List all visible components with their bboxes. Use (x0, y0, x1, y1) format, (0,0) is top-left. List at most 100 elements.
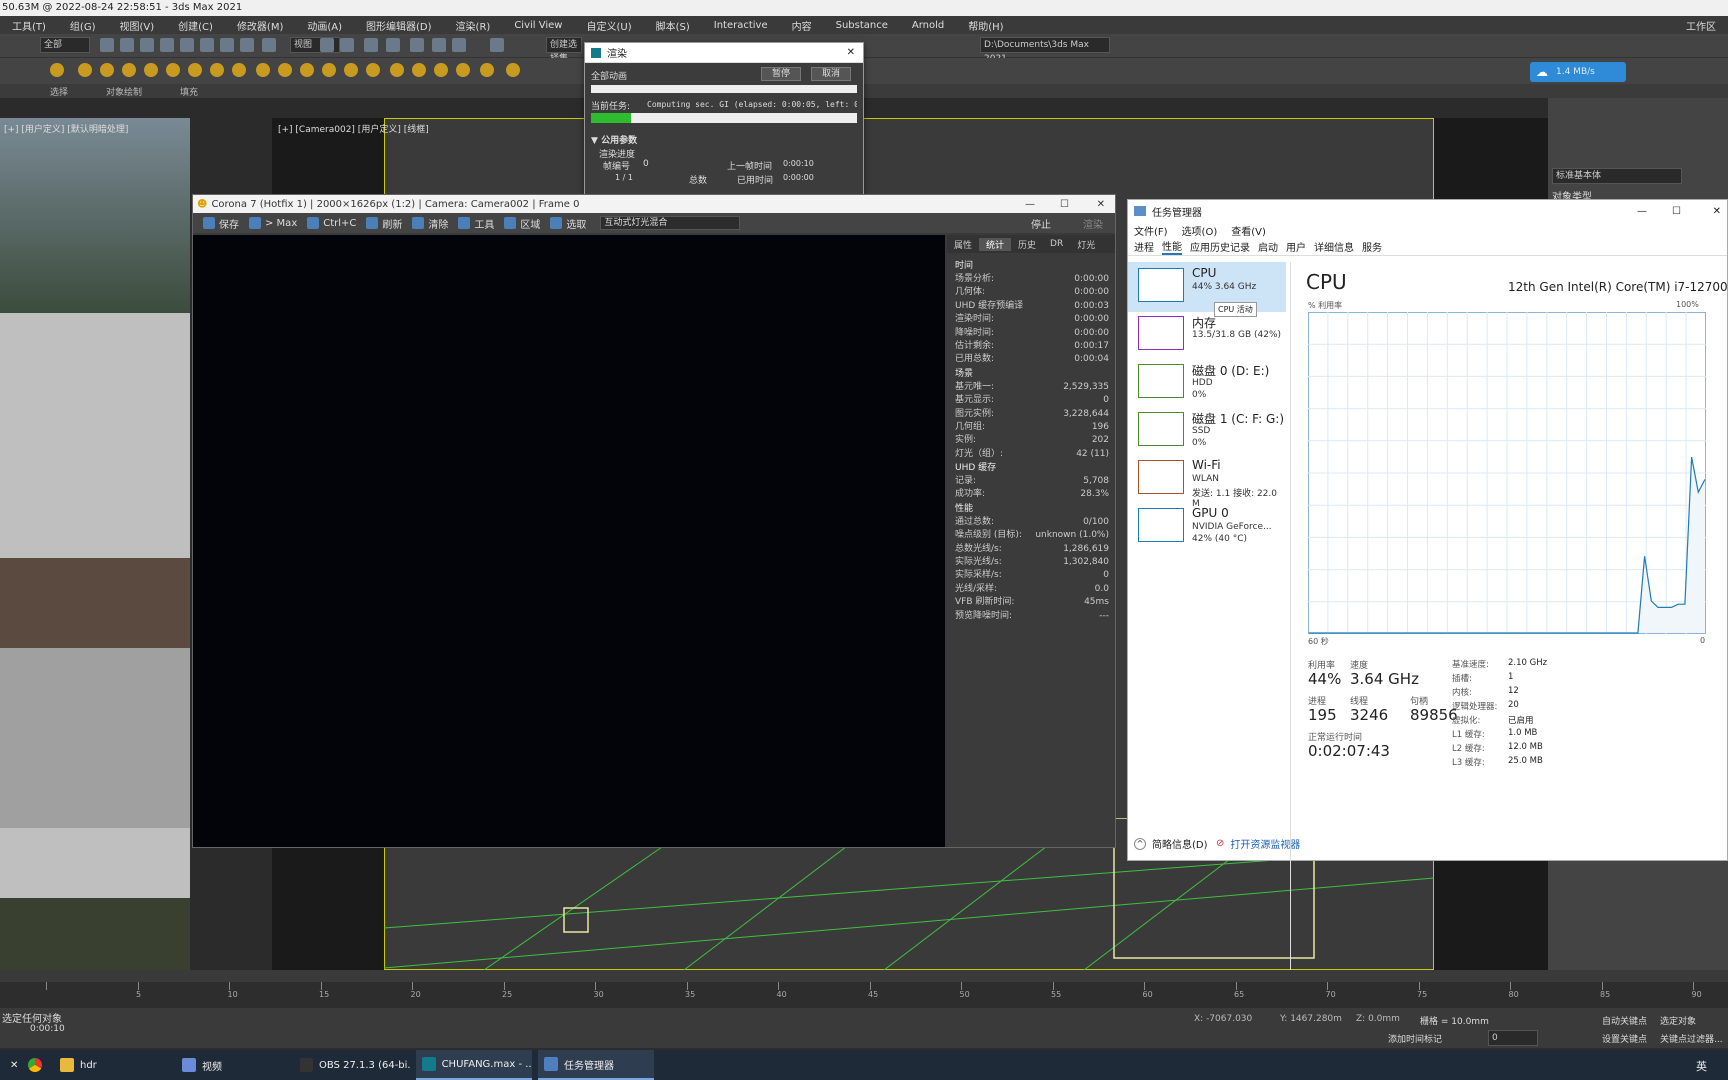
menu-item[interactable]: 视图(V) (107, 18, 166, 33)
taskbar-app-3[interactable]: CHUFANG.max - ... (416, 1050, 532, 1080)
vfb-toolbar-button[interactable]: 保存 (203, 216, 239, 231)
toolbar-tool-icon[interactable] (386, 38, 400, 52)
toolbar-tool-icon[interactable] (344, 63, 358, 77)
add-time-tag[interactable]: 添加时间标记 (1388, 1032, 1442, 1045)
toolbar-tool-icon[interactable] (122, 63, 136, 77)
ime-indicator[interactable]: 英 (1696, 1058, 1707, 1074)
menu-item[interactable]: 图形编辑器(D) (354, 18, 444, 33)
toolbar-tool-icon[interactable] (366, 63, 380, 77)
toolbar-tool-icon[interactable] (100, 63, 114, 77)
menu-item[interactable]: 组(G) (58, 18, 108, 33)
project-path-dropdown[interactable]: D:\Documents\3ds Max 2021 (980, 37, 1110, 64)
perf-item-5[interactable]: GPU 0 NVIDIA GeForce... 42% (40 °C) (1128, 502, 1286, 552)
toolbar-tool-icon[interactable] (256, 63, 270, 77)
common-params-rollout[interactable]: ▼ 公用参数 (591, 133, 637, 146)
close-icon[interactable]: ✕ (847, 47, 855, 58)
toolbar-tool-icon[interactable] (364, 38, 378, 52)
toolbar-tool-icon[interactable] (262, 38, 276, 52)
auto-key-button[interactable]: 自动关键点 (1602, 1014, 1647, 1027)
toolbar-tool-icon[interactable] (200, 38, 214, 52)
viewport-label-camera[interactable]: [+] [Camera002] [用户定义] [线框] (278, 122, 429, 135)
toolbar-tool-icon[interactable] (160, 38, 174, 52)
menu-item[interactable]: Interactive (702, 20, 780, 31)
menu-item[interactable]: Substance (824, 20, 900, 31)
toolbar-tool-icon[interactable] (232, 63, 246, 77)
viewport-user-defined[interactable]: [+] [用户定义] [默认明暗处理] (0, 118, 190, 970)
taskbar-app-4[interactable]: 任务管理器 (538, 1050, 654, 1080)
menu-item[interactable]: Civil View (502, 20, 574, 31)
toolbar-tool-icon[interactable] (340, 38, 354, 52)
minimize-icon[interactable]: — (1025, 199, 1035, 210)
toolbar-tool-icon[interactable] (432, 38, 446, 52)
menu-item[interactable]: 内容 (780, 18, 824, 33)
selection-set-dropdown[interactable]: 创建选择集 (546, 37, 582, 64)
coord-y[interactable]: Y: 1467.280m (1280, 1014, 1342, 1024)
object-category-dropdown[interactable]: 标准基本体 (1552, 168, 1682, 184)
vfb-toolbar-button[interactable]: 清除 (412, 216, 448, 231)
selection-filter-dropdown[interactable]: 全部 (40, 37, 90, 53)
vfb-tab[interactable]: DR (1043, 239, 1070, 249)
vfb-tab[interactable]: 历史 (1011, 238, 1043, 251)
toolbar-tool-icon[interactable] (434, 63, 448, 77)
taskmgr-tab[interactable]: 用户 (1286, 239, 1306, 254)
render-button[interactable]: 渲染 (1083, 216, 1103, 231)
menu-item[interactable]: 创建(C) (166, 18, 225, 33)
toolbar-tool-icon[interactable] (78, 63, 92, 77)
perf-item-1[interactable]: 内存 13.5/31.8 GB (42%) (1128, 310, 1286, 360)
toolbar-tool-icon[interactable] (320, 38, 334, 52)
menu-item[interactable]: 工具(T) (0, 18, 58, 33)
set-key-button[interactable]: 设置关键点 (1602, 1032, 1647, 1045)
stop-button[interactable]: 停止 (1031, 216, 1051, 231)
toolbar-tool-icon[interactable] (50, 63, 64, 77)
vfb-tab[interactable]: 灯光 (1070, 238, 1102, 251)
vfb-toolbar-button[interactable]: > Max (249, 217, 297, 229)
viewport-label-user[interactable]: [+] [用户定义] [默认明暗处理] (4, 122, 128, 135)
open-resource-monitor-link[interactable]: ⊘ 打开资源监视器 (1216, 836, 1300, 851)
vfb-toolbar-button[interactable]: 选取 (550, 216, 586, 231)
chrome-taskbar-button[interactable] (22, 1050, 46, 1080)
toolbar-tool-icon[interactable] (100, 38, 114, 52)
maximize-icon[interactable]: ☐ (1672, 206, 1681, 217)
menu-item[interactable]: 自定义(U) (574, 18, 643, 33)
toolbar-tool-icon[interactable] (410, 38, 424, 52)
menu-item[interactable]: 动画(A) (295, 18, 354, 33)
taskmgr-tab[interactable]: 启动 (1258, 239, 1278, 254)
toolbar-tool-icon[interactable] (166, 63, 180, 77)
menu-item[interactable]: Arnold (900, 20, 956, 31)
toolbar-tool-icon[interactable] (278, 63, 292, 77)
taskmgr-menu-item[interactable]: 文件(F) (1134, 223, 1168, 238)
close-icon[interactable]: ✕ (1713, 206, 1721, 217)
toolbar-tool-icon[interactable] (452, 38, 466, 52)
ribbon-tab[interactable]: 填充 (180, 85, 198, 98)
workspace-label[interactable]: 工作区 (1674, 18, 1728, 33)
toolbar-tool-icon[interactable] (140, 38, 154, 52)
lightmix-dropdown[interactable]: 互动式灯光混合 (600, 216, 741, 230)
toolbar-tool-icon[interactable] (188, 63, 202, 77)
key-filter-button[interactable]: 关键点过滤器... (1660, 1032, 1723, 1045)
vfb-toolbar-button[interactable]: 区域 (504, 216, 540, 231)
taskmgr-menu-item[interactable]: 查看(V) (1231, 223, 1266, 238)
menu-item[interactable]: 帮助(H) (956, 18, 1015, 33)
taskmgr-menu-item[interactable]: 选项(O) (1182, 223, 1218, 238)
toolbar-tool-icon[interactable] (456, 63, 470, 77)
toolbar-tool-icon[interactable] (390, 63, 404, 77)
ribbon-tab[interactable]: 选择 (50, 85, 68, 98)
maximize-icon[interactable]: ☐ (1060, 199, 1069, 210)
pause-button[interactable]: 暂停 (761, 67, 801, 81)
menu-item[interactable]: 脚本(S) (644, 18, 702, 33)
taskbar-app-2[interactable]: OBS 27.1.3 (64-bi... (294, 1050, 410, 1080)
perf-item-4[interactable]: Wi-Fi WLAN 发送: 1.1 接收: 22.0 M (1128, 454, 1286, 509)
toolbar-tool-icon[interactable] (506, 63, 520, 77)
toolbar-tool-icon[interactable] (180, 38, 194, 52)
perf-item-2[interactable]: 磁盘 0 (D: E:) HDD 0% (1128, 358, 1286, 408)
taskmgr-tab[interactable]: 应用历史记录 (1190, 239, 1250, 254)
perf-item-0[interactable]: CPU 44% 3.64 GHz (1128, 262, 1286, 312)
minimize-icon[interactable]: — (1637, 206, 1647, 217)
taskmgr-tab[interactable]: 详细信息 (1314, 239, 1354, 254)
menu-item[interactable]: 修改器(M) (225, 18, 295, 33)
toolbar-tool-icon[interactable] (300, 63, 314, 77)
time-slider[interactable] (0, 970, 1728, 982)
coord-z[interactable]: Z: 0.0mm (1356, 1014, 1400, 1024)
vfb-toolbar-button[interactable]: Ctrl+C (307, 217, 356, 229)
menu-item[interactable]: 渲染(R) (444, 18, 503, 33)
